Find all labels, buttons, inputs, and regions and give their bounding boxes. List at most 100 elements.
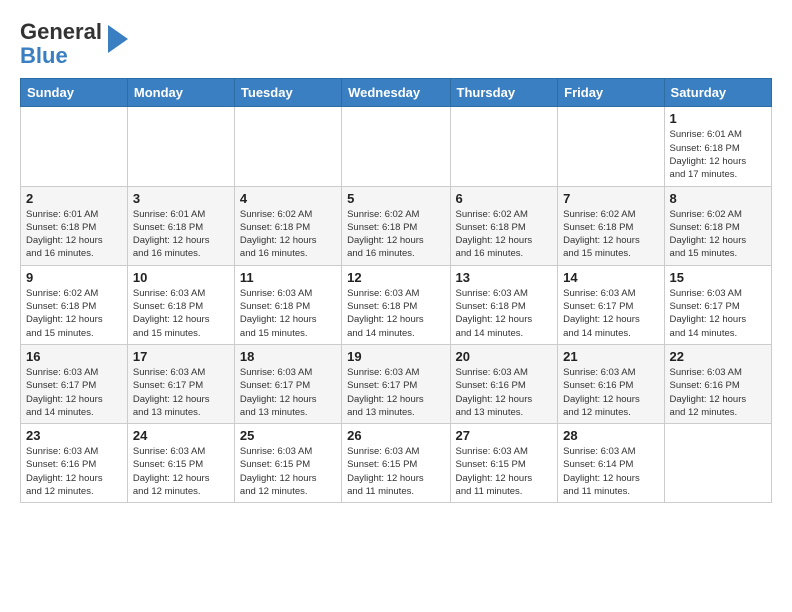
calendar-cell: 7 Sunrise: 6:02 AM Sunset: 6:18 PM Daylig…: [558, 186, 664, 265]
day-info: Sunrise: 6:03 AM Sunset: 6:17 PM Dayligh…: [133, 366, 229, 419]
day-info: Sunrise: 6:01 AM Sunset: 6:18 PM Dayligh…: [670, 128, 766, 181]
day-number: 22: [670, 349, 766, 364]
calendar-week-1: 1 Sunrise: 6:01 AM Sunset: 6:18 PM Daylig…: [21, 107, 772, 186]
day-info: Sunrise: 6:03 AM Sunset: 6:17 PM Dayligh…: [26, 366, 122, 419]
calendar-cell: 21 Sunrise: 6:03 AM Sunset: 6:16 PM Dayli…: [558, 344, 664, 423]
logo: GeneralBlue: [20, 20, 128, 68]
day-number: 3: [133, 191, 229, 206]
calendar-cell: 4 Sunrise: 6:02 AM Sunset: 6:18 PM Daylig…: [234, 186, 341, 265]
calendar-cell: [558, 107, 664, 186]
day-info: Sunrise: 6:03 AM Sunset: 6:18 PM Dayligh…: [240, 287, 336, 340]
day-number: 14: [563, 270, 658, 285]
calendar-cell: 13Sunrise: 6:03 AM Sunset: 6:18 PM Dayli…: [450, 265, 558, 344]
day-info: Sunrise: 6:02 AM Sunset: 6:18 PM Dayligh…: [563, 208, 658, 261]
calendar-cell: 3 Sunrise: 6:01 AM Sunset: 6:18 PM Daylig…: [127, 186, 234, 265]
day-number: 24: [133, 428, 229, 443]
calendar-cell: 5 Sunrise: 6:02 AM Sunset: 6:18 PM Daylig…: [342, 186, 450, 265]
day-info: Sunrise: 6:02 AM Sunset: 6:18 PM Dayligh…: [347, 208, 444, 261]
day-info: Sunrise: 6:03 AM Sunset: 6:18 PM Dayligh…: [456, 287, 553, 340]
day-number: 10: [133, 270, 229, 285]
calendar-cell: 20 Sunrise: 6:03 AM Sunset: 6:16 PM Dayli…: [450, 344, 558, 423]
day-info: Sunrise: 6:03 AM Sunset: 6:18 PM Dayligh…: [347, 287, 444, 340]
calendar-cell: 27 Sunrise: 6:03 AM Sunset: 6:15 PM Dayli…: [450, 424, 558, 503]
calendar-cell: 26Sunrise: 6:03 AM Sunset: 6:15 PM Dayli…: [342, 424, 450, 503]
day-info: Sunrise: 6:02 AM Sunset: 6:18 PM Dayligh…: [456, 208, 553, 261]
logo-text: GeneralBlue: [20, 20, 102, 68]
day-info: Sunrise: 6:03 AM Sunset: 6:17 PM Dayligh…: [563, 287, 658, 340]
day-info: Sunrise: 6:03 AM Sunset: 6:17 PM Dayligh…: [670, 287, 766, 340]
day-info: Sunrise: 6:03 AM Sunset: 6:14 PM Dayligh…: [563, 445, 658, 498]
header: GeneralBlue: [20, 20, 772, 68]
calendar-cell: 22 Sunrise: 6:03 AM Sunset: 6:16 PM Dayli…: [664, 344, 771, 423]
calendar-cell: [21, 107, 128, 186]
day-info: Sunrise: 6:03 AM Sunset: 6:15 PM Dayligh…: [456, 445, 553, 498]
calendar-cell: 17 Sunrise: 6:03 AM Sunset: 6:17 PM Dayli…: [127, 344, 234, 423]
day-info: Sunrise: 6:03 AM Sunset: 6:15 PM Dayligh…: [240, 445, 336, 498]
calendar-cell: [234, 107, 341, 186]
weekday-header-friday: Friday: [558, 79, 664, 107]
day-info: Sunrise: 6:03 AM Sunset: 6:18 PM Dayligh…: [133, 287, 229, 340]
calendar-cell: 10 Sunrise: 6:03 AM Sunset: 6:18 PM Dayli…: [127, 265, 234, 344]
day-info: Sunrise: 6:03 AM Sunset: 6:17 PM Dayligh…: [240, 366, 336, 419]
calendar-cell: 23 Sunrise: 6:03 AM Sunset: 6:16 PM Dayli…: [21, 424, 128, 503]
day-info: Sunrise: 6:02 AM Sunset: 6:18 PM Dayligh…: [26, 287, 122, 340]
day-number: 15: [670, 270, 766, 285]
day-info: Sunrise: 6:03 AM Sunset: 6:17 PM Dayligh…: [347, 366, 444, 419]
day-info: Sunrise: 6:03 AM Sunset: 6:16 PM Dayligh…: [456, 366, 553, 419]
day-info: Sunrise: 6:03 AM Sunset: 6:16 PM Dayligh…: [563, 366, 658, 419]
calendar-cell: 24 Sunrise: 6:03 AM Sunset: 6:15 PM Dayli…: [127, 424, 234, 503]
day-number: 5: [347, 191, 444, 206]
day-number: 21: [563, 349, 658, 364]
calendar-cell: 8 Sunrise: 6:02 AM Sunset: 6:18 PM Daylig…: [664, 186, 771, 265]
day-number: 26: [347, 428, 444, 443]
calendar-week-5: 23 Sunrise: 6:03 AM Sunset: 6:16 PM Dayli…: [21, 424, 772, 503]
day-number: 28: [563, 428, 658, 443]
day-number: 17: [133, 349, 229, 364]
day-info: Sunrise: 6:02 AM Sunset: 6:18 PM Dayligh…: [670, 208, 766, 261]
calendar-cell: 25Sunrise: 6:03 AM Sunset: 6:15 PM Dayli…: [234, 424, 341, 503]
day-number: 19: [347, 349, 444, 364]
calendar-cell: 16 Sunrise: 6:03 AM Sunset: 6:17 PM Dayli…: [21, 344, 128, 423]
calendar-cell: [664, 424, 771, 503]
day-number: 1: [670, 111, 766, 126]
day-info: Sunrise: 6:03 AM Sunset: 6:16 PM Dayligh…: [670, 366, 766, 419]
weekday-header-monday: Monday: [127, 79, 234, 107]
weekday-header-thursday: Thursday: [450, 79, 558, 107]
calendar-cell: 28 Sunrise: 6:03 AM Sunset: 6:14 PM Dayli…: [558, 424, 664, 503]
day-number: 12: [347, 270, 444, 285]
day-number: 6: [456, 191, 553, 206]
weekday-header-tuesday: Tuesday: [234, 79, 341, 107]
day-number: 4: [240, 191, 336, 206]
weekday-header-row: SundayMondayTuesdayWednesdayThursdayFrid…: [21, 79, 772, 107]
calendar-cell: 9 Sunrise: 6:02 AM Sunset: 6:18 PM Daylig…: [21, 265, 128, 344]
day-number: 23: [26, 428, 122, 443]
day-info: Sunrise: 6:03 AM Sunset: 6:15 PM Dayligh…: [133, 445, 229, 498]
day-info: Sunrise: 6:01 AM Sunset: 6:18 PM Dayligh…: [26, 208, 122, 261]
calendar-table: SundayMondayTuesdayWednesdayThursdayFrid…: [20, 78, 772, 503]
day-number: 8: [670, 191, 766, 206]
day-number: 7: [563, 191, 658, 206]
day-number: 20: [456, 349, 553, 364]
calendar-body: 1 Sunrise: 6:01 AM Sunset: 6:18 PM Daylig…: [21, 107, 772, 503]
weekday-header-sunday: Sunday: [21, 79, 128, 107]
day-number: 9: [26, 270, 122, 285]
calendar-cell: 1 Sunrise: 6:01 AM Sunset: 6:18 PM Daylig…: [664, 107, 771, 186]
calendar-cell: 2Sunrise: 6:01 AM Sunset: 6:18 PM Daylig…: [21, 186, 128, 265]
weekday-header-wednesday: Wednesday: [342, 79, 450, 107]
day-number: 18: [240, 349, 336, 364]
calendar-week-4: 16 Sunrise: 6:03 AM Sunset: 6:17 PM Dayli…: [21, 344, 772, 423]
calendar-cell: [342, 107, 450, 186]
day-info: Sunrise: 6:03 AM Sunset: 6:16 PM Dayligh…: [26, 445, 122, 498]
calendar-cell: 15 Sunrise: 6:03 AM Sunset: 6:17 PM Dayli…: [664, 265, 771, 344]
calendar-cell: 14 Sunrise: 6:03 AM Sunset: 6:17 PM Dayli…: [558, 265, 664, 344]
logo-blue: Blue: [20, 43, 68, 68]
calendar-cell: [450, 107, 558, 186]
day-info: Sunrise: 6:02 AM Sunset: 6:18 PM Dayligh…: [240, 208, 336, 261]
calendar-cell: 11 Sunrise: 6:03 AM Sunset: 6:18 PM Dayli…: [234, 265, 341, 344]
logo-arrow-icon: [108, 25, 128, 53]
day-number: 11: [240, 270, 336, 285]
day-number: 16: [26, 349, 122, 364]
day-info: Sunrise: 6:01 AM Sunset: 6:18 PM Dayligh…: [133, 208, 229, 261]
calendar-cell: 6 Sunrise: 6:02 AM Sunset: 6:18 PM Daylig…: [450, 186, 558, 265]
day-number: 27: [456, 428, 553, 443]
